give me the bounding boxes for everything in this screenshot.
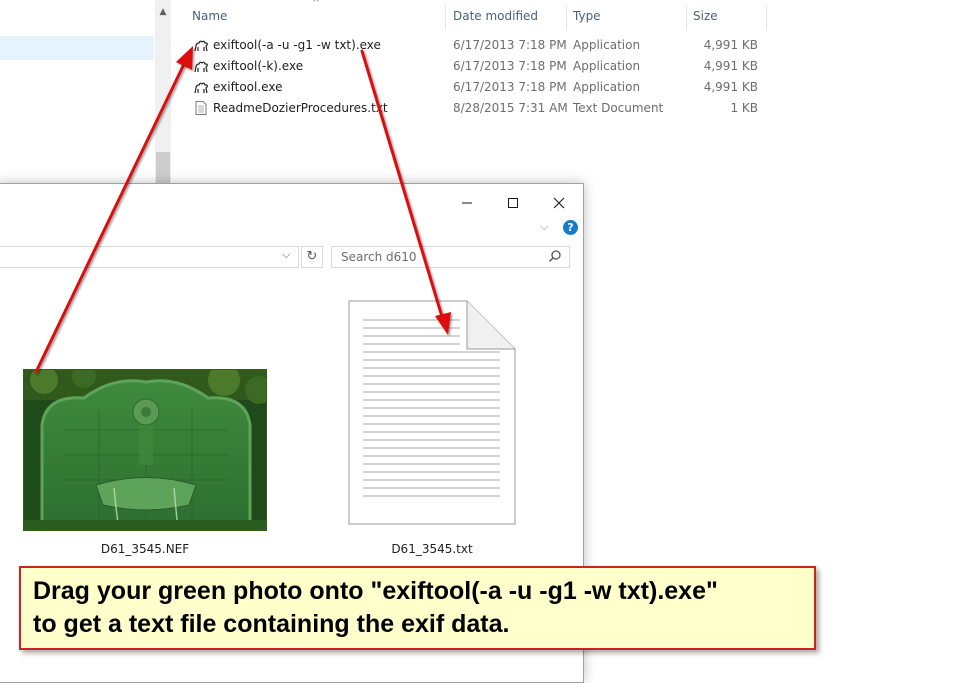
column-header-date-modified[interactable]: Date modified bbox=[447, 0, 566, 32]
photo-thumbnail[interactable] bbox=[23, 369, 267, 531]
file-name: ReadmeDozierProcedures.txt bbox=[213, 101, 388, 115]
file-date: 6/17/2013 7:18 PM bbox=[453, 38, 567, 52]
text-document-icon bbox=[195, 101, 207, 115]
minimize-button[interactable] bbox=[444, 190, 490, 214]
search-icon[interactable] bbox=[548, 249, 562, 263]
text-document-icon[interactable] bbox=[348, 300, 516, 525]
file-row[interactable]: ReadmeDozierProcedures.txt 8/28/2015 7:3… bbox=[190, 98, 770, 119]
instruction-callout: Drag your green photo onto "exiftool(-a … bbox=[19, 566, 816, 650]
close-icon bbox=[553, 197, 565, 208]
column-header-type[interactable]: Type bbox=[567, 0, 686, 32]
callout-line-1: Drag your green photo onto "exiftool(-a … bbox=[33, 577, 718, 605]
help-icon[interactable]: ? bbox=[563, 220, 578, 235]
column-divider[interactable] bbox=[766, 6, 767, 30]
camel-app-icon bbox=[194, 40, 208, 52]
file-date: 6/17/2013 7:18 PM bbox=[453, 59, 567, 73]
navigation-selected-item[interactable] bbox=[0, 36, 154, 60]
file-size: 4,991 KB bbox=[703, 38, 758, 52]
scroll-up-arrow-icon[interactable]: ▲ bbox=[155, 4, 171, 20]
minimize-icon bbox=[462, 202, 472, 203]
file-label: D61_3545.NEF bbox=[100, 542, 190, 556]
file-row[interactable]: exiftool.exe 6/17/2013 7:18 PM Applicati… bbox=[190, 77, 770, 98]
column-header-size[interactable]: Size bbox=[687, 0, 767, 32]
camel-app-icon bbox=[194, 61, 208, 73]
file-type: Application bbox=[573, 38, 641, 52]
expand-ribbon-chevron-icon[interactable]: ⌵ bbox=[540, 220, 548, 234]
column-divider[interactable] bbox=[445, 6, 446, 30]
file-type: Application bbox=[573, 59, 641, 73]
file-name: exiftool(-k).exe bbox=[213, 59, 304, 73]
refresh-button[interactable]: ↻ bbox=[301, 246, 323, 268]
file-type: Application bbox=[573, 80, 641, 94]
file-name: exiftool(-a -u -g1 -w txt).exe bbox=[213, 38, 381, 52]
maximize-button[interactable] bbox=[490, 190, 536, 214]
file-row[interactable]: exiftool(-k).exe 6/17/2013 7:18 PM Appli… bbox=[190, 56, 770, 77]
chevron-down-icon[interactable]: ⌵ bbox=[282, 248, 290, 262]
file-row[interactable]: exiftool(-a -u -g1 -w txt).exe 6/17/2013… bbox=[190, 35, 770, 56]
camel-app-icon bbox=[194, 82, 208, 94]
file-size: 4,991 KB bbox=[703, 80, 758, 94]
file-name: exiftool.exe bbox=[213, 80, 283, 94]
maximize-icon bbox=[508, 197, 518, 208]
fountain-photo bbox=[24, 370, 266, 530]
close-button[interactable] bbox=[536, 190, 582, 214]
file-label: D61_3545.txt bbox=[391, 542, 473, 556]
file-type: Text Document bbox=[573, 101, 664, 115]
file-date: 8/28/2015 7:31 AM bbox=[453, 101, 568, 115]
callout-line-2: to get a text file containing the exif d… bbox=[33, 610, 510, 638]
file-size: 4,991 KB bbox=[703, 59, 758, 73]
search-placeholder: Search d610 bbox=[341, 250, 417, 264]
file-size: 1 KB bbox=[730, 101, 758, 115]
address-bar[interactable] bbox=[0, 246, 299, 268]
column-header-name[interactable]: Name bbox=[186, 0, 445, 32]
refresh-icon: ↻ bbox=[306, 249, 318, 264]
file-date: 6/17/2013 7:18 PM bbox=[453, 80, 567, 94]
